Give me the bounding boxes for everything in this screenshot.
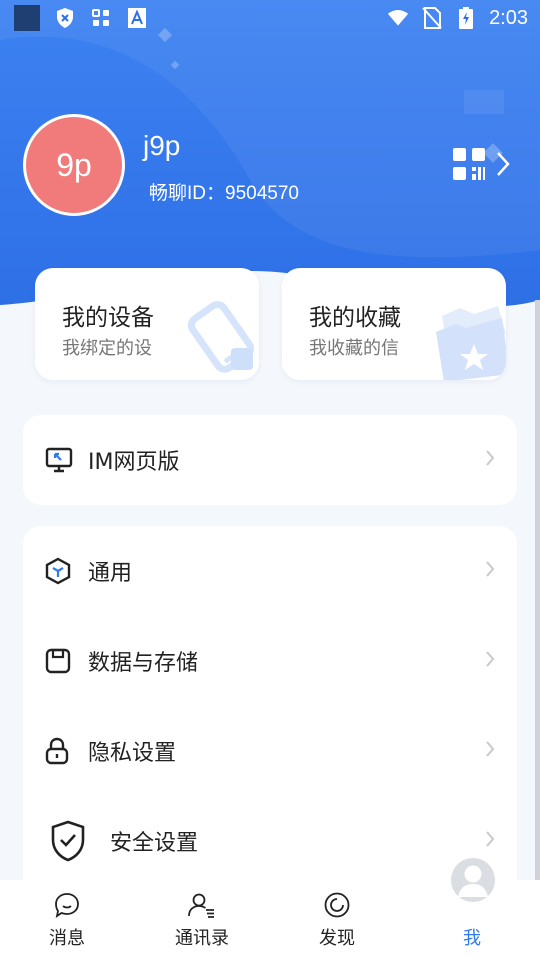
folder-star-icon	[430, 298, 506, 380]
tab-discover[interactable]: 发现	[287, 880, 387, 960]
my-devices-card[interactable]: 我的设备 我绑定的设	[35, 268, 259, 380]
menu-item-label: IM网页版	[88, 450, 180, 475]
shield-x-icon	[54, 7, 76, 29]
wifi-icon	[387, 7, 409, 29]
avatar[interactable]: 9p	[23, 114, 125, 216]
card-subtitle: 我绑定的设	[62, 338, 152, 359]
cube-icon	[45, 557, 71, 585]
card-title: 我的收藏	[309, 305, 401, 331]
a-letter-icon	[126, 7, 148, 29]
chevron-right-icon	[496, 151, 510, 181]
lock-icon	[45, 737, 69, 765]
chevron-right-icon	[485, 449, 495, 471]
shield-check-icon	[50, 820, 86, 862]
user-id: 畅聊ID：9504570	[149, 183, 299, 204]
tab-label: 通讯录	[175, 928, 229, 949]
no-sim-icon	[421, 7, 443, 29]
apps-grid-icon	[90, 7, 112, 29]
menu-item-label: 安全设置	[110, 831, 199, 856]
tab-label: 消息	[49, 928, 85, 949]
user-avatar-icon[interactable]	[450, 857, 496, 903]
chevron-right-icon	[485, 740, 495, 762]
menu-item-im-web[interactable]: IM网页版	[23, 415, 517, 505]
menu-group-web: IM网页版	[23, 415, 517, 505]
menu-item-data-storage[interactable]: 数据与存储	[23, 616, 517, 706]
chat-bubble-icon	[54, 890, 80, 920]
scrollbar[interactable]	[535, 300, 540, 880]
tab-messages[interactable]: 消息	[17, 880, 117, 960]
app-square-icon	[14, 5, 40, 31]
chevron-right-icon	[485, 560, 495, 582]
menu-item-label: 数据与存储	[88, 651, 199, 676]
qr-code-button[interactable]	[452, 146, 526, 186]
menu-item-security[interactable]: 安全设置	[23, 796, 517, 886]
tab-label: 发现	[319, 928, 355, 949]
menu-item-privacy[interactable]: 隐私设置	[23, 706, 517, 796]
my-favorites-card[interactable]: 我的收藏 我收藏的信	[282, 268, 506, 380]
chevron-right-icon	[485, 830, 495, 852]
menu-item-label: 隐私设置	[88, 741, 177, 766]
tab-label: 我	[463, 928, 481, 949]
qr-code-icon	[452, 147, 486, 185]
menu-group-settings: 通用 数据与存储 隐私设置 安全设置	[23, 526, 517, 906]
device-icon	[183, 296, 259, 380]
avatar-text: 9p	[56, 146, 92, 183]
menu-item-general[interactable]: 通用	[23, 526, 517, 616]
status-bar: 2:03	[0, 0, 540, 36]
card-title: 我的设备	[62, 305, 154, 331]
storage-icon	[45, 648, 71, 674]
status-time: 2:03	[489, 6, 528, 29]
username: j9p	[143, 130, 181, 161]
chevron-right-icon	[485, 650, 495, 672]
battery-charging-icon	[455, 7, 477, 29]
compass-icon	[324, 890, 350, 920]
menu-item-label: 通用	[88, 561, 133, 586]
card-subtitle: 我收藏的信	[309, 338, 399, 359]
tab-contacts[interactable]: 通讯录	[152, 880, 252, 960]
contacts-icon	[188, 890, 216, 920]
monitor-icon	[45, 447, 73, 473]
